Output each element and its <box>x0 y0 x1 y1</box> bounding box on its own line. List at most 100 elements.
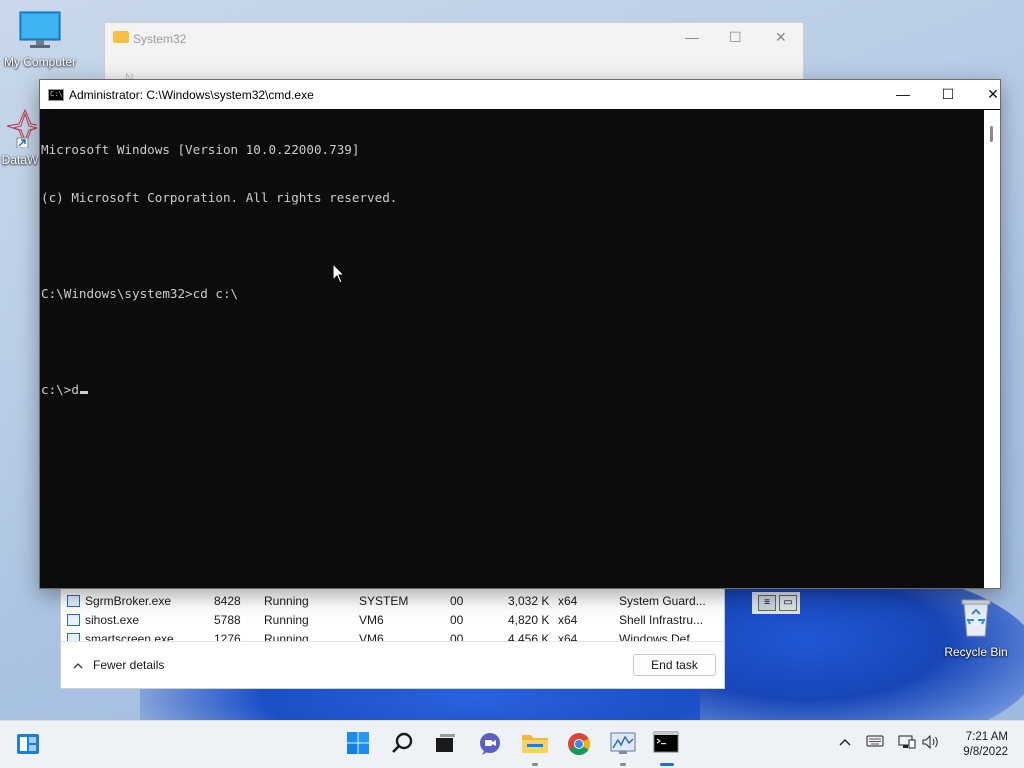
fewer-details-label: Fewer details <box>93 658 165 672</box>
table-row[interactable]: SgrmBroker.exe 8428 Running SYSTEM 00 3,… <box>61 591 726 610</box>
cmd-window[interactable]: C:\ Administrator: C:\Windows\system32\c… <box>39 79 1001 589</box>
table-row[interactable]: smartscreen.exe 1276 Running VM6 00 4,45… <box>61 629 726 641</box>
vertical-scrollbar[interactable] <box>984 110 1000 588</box>
console-output[interactable]: Microsoft Windows [Version 10.0.22000.73… <box>40 110 984 588</box>
desktop-icon-label: My Computer <box>3 55 77 69</box>
recycle-bin-icon <box>961 599 991 637</box>
search-button[interactable] <box>389 731 417 759</box>
chevron-up-icon <box>839 739 851 746</box>
chrome-icon <box>568 733 590 755</box>
chart-monitor-icon <box>610 732 636 754</box>
widgets-button[interactable] <box>14 731 42 759</box>
network-icon <box>898 735 916 749</box>
desktop-icon-recycle-bin[interactable]: Recycle Bin <box>940 596 1012 659</box>
view-toggle: ≡ ▭ <box>752 592 800 614</box>
start-button[interactable] <box>344 731 372 759</box>
process-name: smartscreen.exe <box>85 632 174 641</box>
chat-button[interactable] <box>476 731 504 759</box>
keyboard-icon <box>866 735 884 747</box>
table-row[interactable]: sihost.exe 5788 Running VM6 00 4,820 K x… <box>61 610 726 629</box>
chrome-button[interactable] <box>565 731 593 759</box>
text-cursor <box>79 391 88 394</box>
taskbar: 7:21 AM 9/8/2022 <box>0 720 1024 768</box>
process-arch: x64 <box>558 594 578 608</box>
desktop-icon-label: DataW <box>1 153 39 167</box>
process-user: VM6 <box>359 613 384 627</box>
maximize-button[interactable]: ☐ <box>925 80 971 109</box>
process-cpu: 00 <box>450 613 464 627</box>
keyboard-button[interactable] <box>866 735 884 750</box>
process-arch: x64 <box>558 613 578 627</box>
clock-date: 9/8/2022 <box>963 746 1008 758</box>
process-description: Windows Def... <box>619 632 700 641</box>
process-memory: 4,820 K <box>508 613 550 627</box>
cmd-taskbar-button[interactable] <box>652 731 680 759</box>
process-pid: 5788 <box>214 613 241 627</box>
windows-logo-icon <box>347 732 369 754</box>
fewer-details-button[interactable]: Fewer details <box>73 658 164 672</box>
process-memory: 4,456 K <box>508 632 550 641</box>
process-icon <box>67 614 80 626</box>
minimize-button[interactable]: — <box>880 80 926 109</box>
task-view-button[interactable] <box>431 731 459 759</box>
end-task-button[interactable]: End task <box>633 654 716 676</box>
console-line: Microsoft Windows [Version 10.0.22000.73… <box>41 142 360 157</box>
explorer-title: System32 <box>133 32 187 46</box>
dataw-icon <box>6 108 44 149</box>
cmd-title: Administrator: C:\Windows\system32\cmd.e… <box>69 88 314 102</box>
console-input[interactable]: c:\>d <box>41 382 79 397</box>
process-pid: 8428 <box>214 594 241 608</box>
active-indicator <box>660 763 674 766</box>
clock-time: 7:21 AM <box>965 731 1008 743</box>
search-icon <box>392 732 413 753</box>
explorer-minimize-button[interactable]: — <box>685 29 699 45</box>
tiles-view-icon[interactable]: ▭ <box>779 595 797 611</box>
task-manager-window[interactable]: SgrmBroker.exe 8428 Running SYSTEM 00 3,… <box>60 588 725 689</box>
running-indicator <box>532 763 538 766</box>
mouse-pointer-icon <box>332 263 346 284</box>
desktop-icon-dataw[interactable]: DataW <box>0 108 44 167</box>
process-status: Running <box>264 613 309 627</box>
clock[interactable]: 7:21 AM 9/8/2022 <box>963 730 1008 760</box>
cmd-titlebar[interactable]: C:\ Administrator: C:\Windows\system32\c… <box>40 80 1000 109</box>
process-pid: 1276 <box>214 632 241 641</box>
show-hidden-icons-button[interactable] <box>838 735 852 750</box>
folder-icon <box>113 31 129 43</box>
performance-monitor-button[interactable] <box>609 731 637 759</box>
process-user: VM6 <box>359 632 384 641</box>
volume-button[interactable] <box>922 734 940 752</box>
details-view-icon[interactable]: ≡ <box>758 595 776 611</box>
explorer-maximize-button[interactable]: ☐ <box>729 29 742 46</box>
process-table: SgrmBroker.exe 8428 Running SYSTEM 00 3,… <box>61 589 726 641</box>
desktop-icon-label: Recycle Bin <box>944 645 1008 659</box>
running-indicator <box>620 763 626 766</box>
task-view-icon <box>436 734 455 752</box>
file-explorer-button[interactable] <box>521 731 549 759</box>
chat-icon <box>480 733 500 755</box>
console-prompt-line[interactable]: c:\>d <box>41 382 984 398</box>
process-arch: x64 <box>558 632 578 641</box>
process-status: Running <box>264 594 309 608</box>
command-prompt-icon <box>653 731 679 753</box>
process-memory: 3,032 K <box>508 594 550 608</box>
scrollbar-thumb[interactable] <box>990 126 993 142</box>
process-user: SYSTEM <box>359 594 409 608</box>
cmd-icon: C:\ <box>48 89 64 101</box>
process-icon <box>67 633 80 641</box>
process-description: System Guard... <box>619 594 706 608</box>
process-name: sihost.exe <box>85 613 140 627</box>
process-status: Running <box>264 632 309 641</box>
network-button[interactable] <box>898 735 916 752</box>
desktop-icon-my-computer[interactable]: My Computer <box>2 10 78 69</box>
process-cpu: 00 <box>450 632 464 641</box>
console-line: (c) Microsoft Corporation. All rights re… <box>41 190 398 205</box>
close-button[interactable]: ✕ <box>970 80 1016 109</box>
process-icon <box>67 595 80 607</box>
console-line: C:\Windows\system32>cd c:\ <box>41 286 239 301</box>
explorer-close-button[interactable]: ✕ <box>775 29 787 46</box>
widgets-icon <box>17 734 39 754</box>
process-name: SgrmBroker.exe <box>85 594 172 608</box>
folder-icon <box>522 735 548 753</box>
